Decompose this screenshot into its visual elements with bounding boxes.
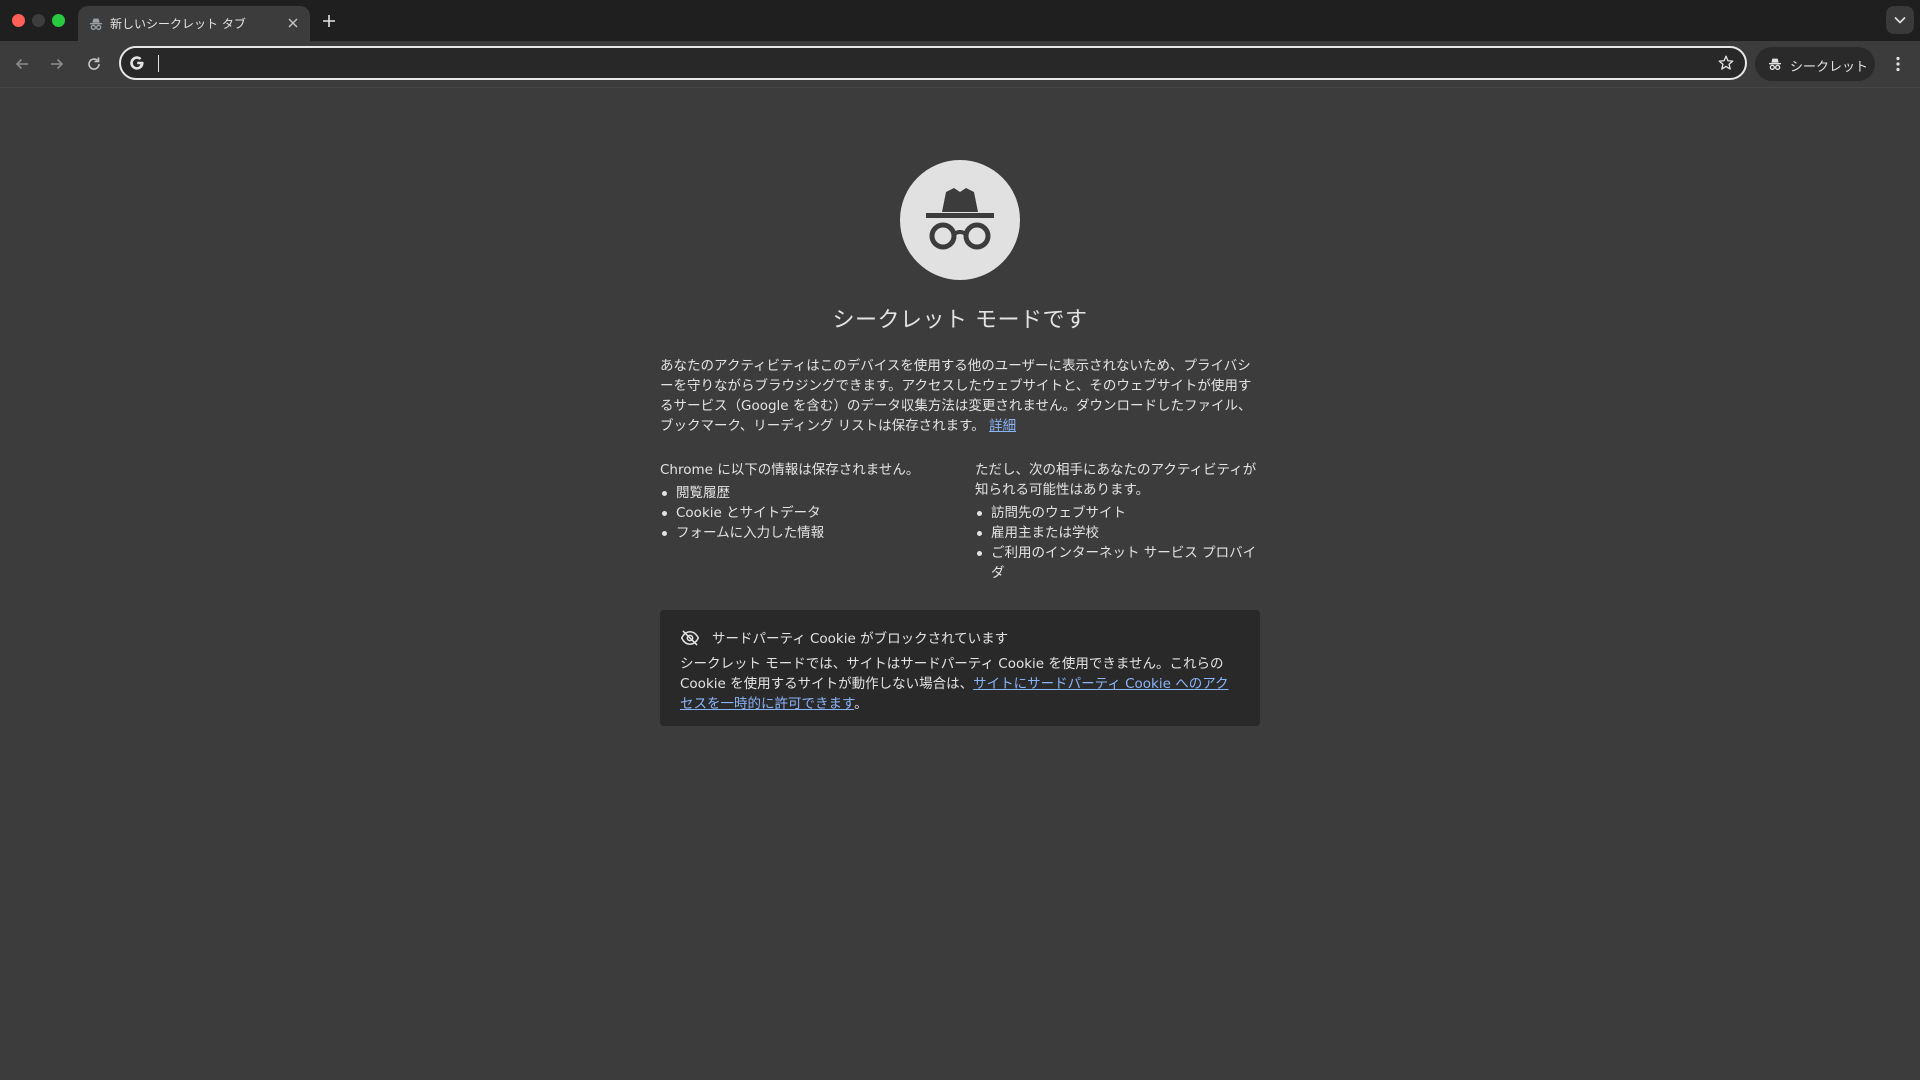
plus-icon: [323, 15, 335, 27]
close-tab-icon[interactable]: [284, 14, 302, 32]
tab-title: 新しいシークレット タブ: [110, 17, 246, 31]
toolbar: シークレット: [0, 41, 1920, 88]
incognito-icon: [88, 16, 104, 32]
omnibox-input[interactable]: [157, 52, 1661, 76]
third-party-cookie-card: サードパーティ Cookie がブロックされています シークレット モードでは、…: [660, 610, 1260, 726]
cookie-card-end: 。: [854, 696, 868, 712]
not-saved-list: 閲覧履歴 Cookie とサイトデータ フォームに入力した情報: [660, 483, 950, 543]
window-close-button[interactable]: [12, 14, 25, 27]
forward-button[interactable]: [44, 51, 70, 77]
list-item: 雇用主または学校: [977, 523, 1265, 543]
browser-menu-button[interactable]: [1886, 51, 1910, 77]
tab-incognito[interactable]: 新しいシークレット タブ: [78, 6, 310, 41]
may-see-list: 訪問先のウェブサイト 雇用主または学校 ご利用のインターネット サービス プロバ…: [975, 503, 1265, 583]
list-item: 訪問先のウェブサイト: [977, 503, 1265, 523]
may-see-title: ただし、次の相手にあなたのアクティビティが知られる可能性はあります。: [975, 462, 1257, 498]
reload-button[interactable]: [81, 51, 107, 77]
incognito-icon: [1767, 56, 1783, 72]
incognito-ntp-content: シークレット モードです あなたのアクティビティはこのデバイスを使用する他のユー…: [0, 88, 1920, 1080]
incognito-hero-icon: [900, 160, 1020, 280]
window-minimize-button[interactable]: [32, 14, 45, 27]
window-maximize-button[interactable]: [52, 14, 65, 27]
eye-off-icon: [680, 628, 700, 648]
list-item: 閲覧履歴: [662, 483, 950, 503]
tab-search-button[interactable]: [1886, 6, 1914, 34]
incognito-icon: [926, 188, 994, 250]
incognito-profile-chip[interactable]: シークレット: [1755, 47, 1875, 81]
intro-text: あなたのアクティビティはこのデバイスを使用する他のユーザーに表示されないため、プ…: [660, 358, 1252, 434]
tab-strip: 新しいシークレット タブ: [0, 0, 1920, 41]
address-bar[interactable]: [119, 46, 1747, 80]
new-tab-button[interactable]: [316, 8, 342, 34]
arrow-left-icon: [15, 58, 28, 70]
not-saved-title: Chrome に以下の情報は保存されません。: [660, 462, 920, 478]
text-caret: [158, 55, 159, 72]
kebab-menu-icon: [1896, 56, 1900, 72]
list-item: Cookie とサイトデータ: [662, 503, 950, 523]
google-g-icon: [129, 55, 145, 71]
star-outline-icon[interactable]: [1717, 54, 1735, 72]
reload-icon: [88, 57, 100, 70]
not-saved-section: Chrome に以下の情報は保存されません。 閲覧履歴 Cookie とサイトデ…: [660, 460, 950, 543]
cookie-card-title: サードパーティ Cookie がブロックされています: [712, 631, 1009, 647]
may-see-section: ただし、次の相手にあなたのアクティビティが知られる可能性はあります。 訪問先のウ…: [975, 460, 1265, 583]
back-button[interactable]: [9, 51, 35, 77]
chevron-down-icon: [1894, 16, 1906, 24]
arrow-right-icon: [51, 58, 64, 70]
list-item: ご利用のインターネット サービス プロバイダ: [977, 543, 1265, 583]
intro-paragraph: あなたのアクティビティはこのデバイスを使用する他のユーザーに表示されないため、プ…: [660, 356, 1260, 436]
list-item: フォームに入力した情報: [662, 523, 950, 543]
cookie-card-body: シークレット モードでは、サイトはサードパーティ Cookie を使用できません…: [680, 654, 1240, 714]
learn-more-link[interactable]: 詳細: [989, 418, 1016, 434]
profile-chip-label: シークレット: [1790, 60, 1869, 75]
page-title: シークレット モードです: [832, 308, 1088, 333]
